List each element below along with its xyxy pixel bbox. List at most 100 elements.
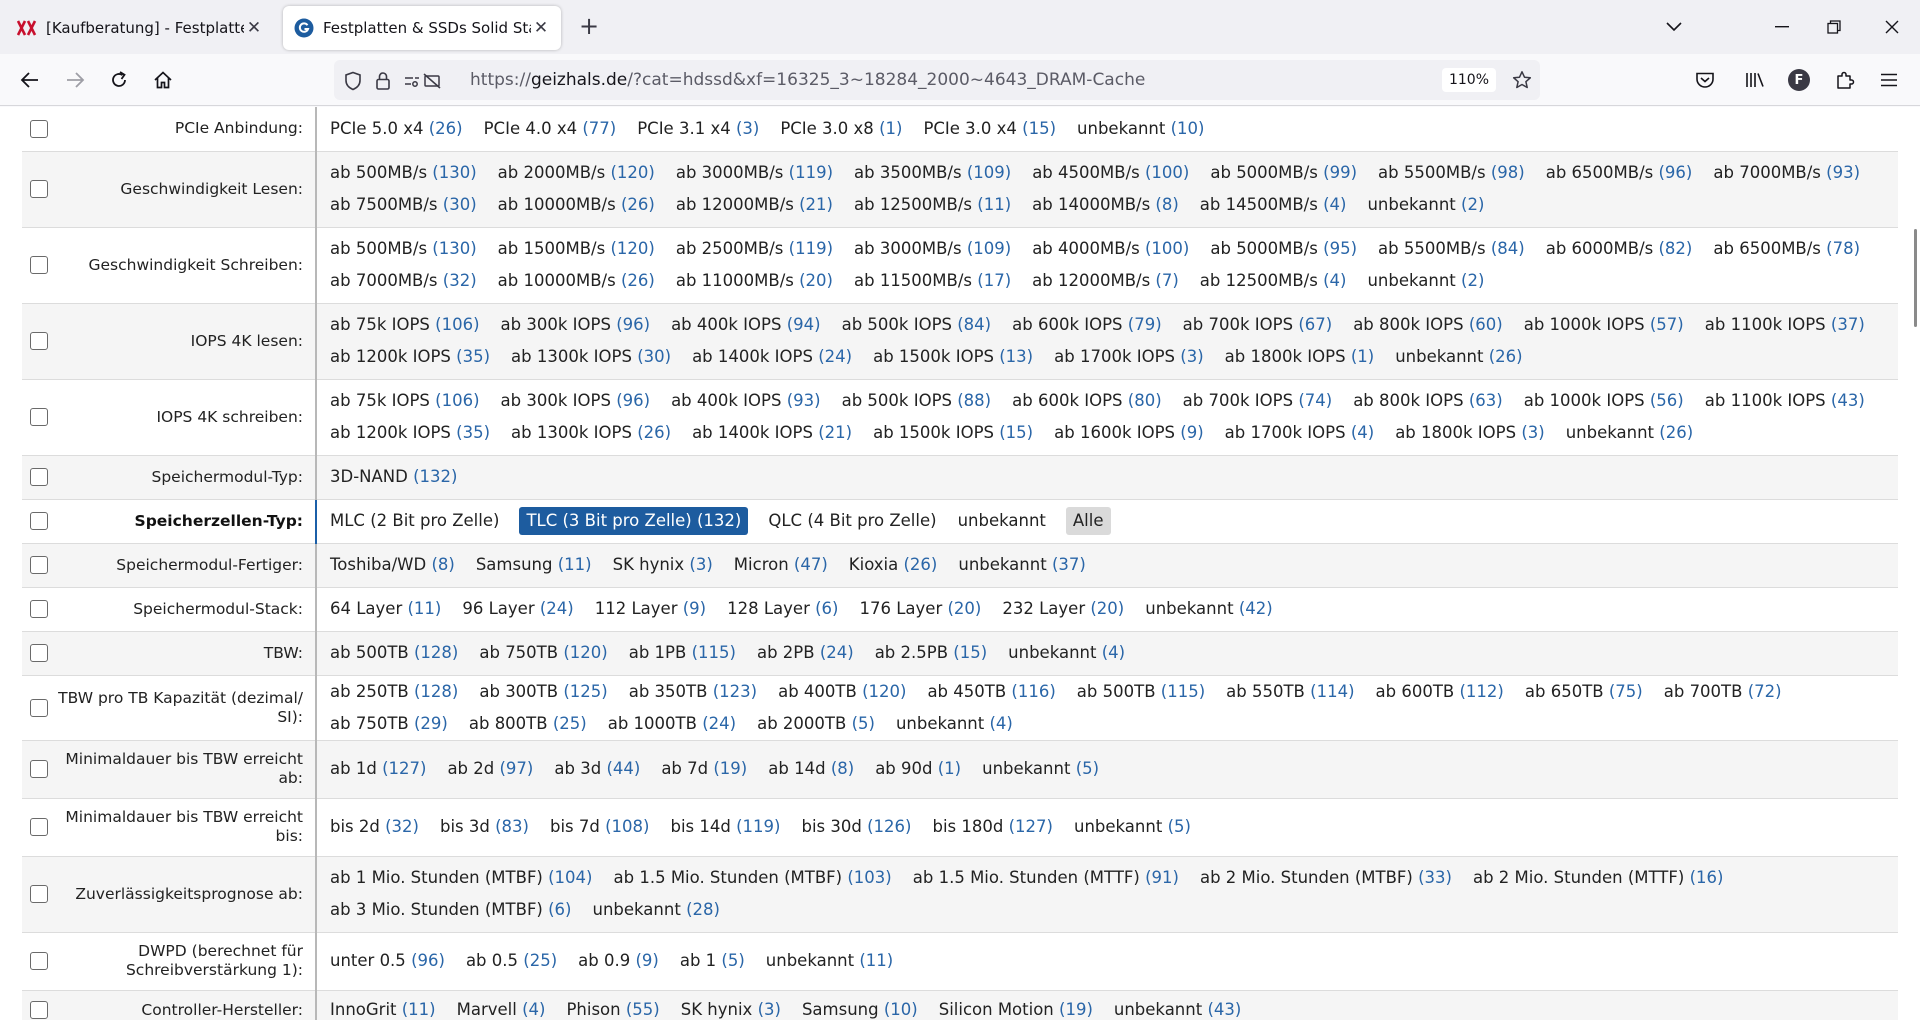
filter-option[interactable]: ab 12000MB/s (7) xyxy=(1031,265,1180,297)
filter-option[interactable]: bis 2d (32) xyxy=(329,811,420,843)
account-avatar[interactable]: F xyxy=(1782,63,1816,97)
filter-option[interactable]: ab 3500MB/s (109) xyxy=(853,157,1012,189)
filter-option[interactable]: Micron (47) xyxy=(733,549,829,581)
filter-checkbox[interactable] xyxy=(30,180,48,198)
filter-option[interactable]: PCIe 5.0 x4 (26) xyxy=(329,113,464,145)
filter-option[interactable]: ab 500k IOPS (84) xyxy=(841,309,993,341)
filter-option[interactable]: ab 700k IOPS (67) xyxy=(1182,309,1334,341)
filter-option[interactable]: SK hynix (3) xyxy=(612,549,714,581)
filter-option[interactable]: ab 1400k IOPS (24) xyxy=(691,341,853,373)
filter-checkbox[interactable] xyxy=(30,952,48,970)
filter-option[interactable]: ab 1700k IOPS (3) xyxy=(1053,341,1205,373)
filter-option[interactable]: ab 1300k IOPS (26) xyxy=(510,417,672,449)
filter-option[interactable]: unbekannt (26) xyxy=(1394,341,1523,373)
filter-option[interactable]: ab 14000MB/s (8) xyxy=(1031,189,1180,221)
filter-option[interactable]: ab 75k IOPS (106) xyxy=(329,385,481,417)
filter-option[interactable]: ab 12000MB/s (21) xyxy=(675,189,834,221)
restore-icon[interactable] xyxy=(1814,10,1854,44)
filter-option[interactable]: 96 Layer (24) xyxy=(461,593,574,625)
filter-option[interactable]: ab 7000MB/s (93) xyxy=(1712,157,1861,189)
filter-option[interactable]: ab 0.9 (9) xyxy=(577,945,660,977)
filter-option[interactable]: ab 3 Mio. Stunden (MTBF) (6) xyxy=(329,894,573,926)
forward-arrow-icon[interactable] xyxy=(58,63,92,97)
filter-option[interactable]: ab 400TB (120) xyxy=(777,676,907,708)
filter-option[interactable]: ab 500TB (128) xyxy=(329,637,459,669)
filter-option[interactable]: unbekannt (26) xyxy=(1565,417,1694,449)
filter-option[interactable]: ab 750TB (120) xyxy=(478,637,608,669)
filter-option[interactable]: ab 750TB (29) xyxy=(329,708,449,740)
filter-option[interactable]: MLC (2 Bit pro Zelle) xyxy=(329,505,500,537)
filter-option[interactable]: ab 1000k IOPS (56) xyxy=(1523,385,1685,417)
filter-option[interactable]: SK hynix (3) xyxy=(680,994,782,1020)
filter-option[interactable]: Phison (55) xyxy=(565,994,660,1020)
filter-option[interactable]: ab 5500MB/s (98) xyxy=(1377,157,1526,189)
filter-option[interactable]: ab 2d (97) xyxy=(446,753,534,785)
filter-option[interactable]: unbekannt xyxy=(957,505,1047,537)
filter-option[interactable]: 232 Layer (20) xyxy=(1001,593,1125,625)
filter-option[interactable]: Samsung (10) xyxy=(801,994,919,1020)
filter-option[interactable]: ab 400k IOPS (93) xyxy=(670,385,822,417)
filter-option[interactable]: ab 800TB (25) xyxy=(468,708,588,740)
filter-option[interactable]: Kioxia (26) xyxy=(848,549,939,581)
filter-option[interactable]: ab 1200k IOPS (35) xyxy=(329,417,491,449)
filter-option[interactable]: ab 2 Mio. Stunden (MTBF) (33) xyxy=(1199,862,1453,894)
filter-option[interactable]: ab 7d (19) xyxy=(660,753,748,785)
tracking-protection-shield-icon[interactable] xyxy=(342,70,364,92)
filter-checkbox[interactable] xyxy=(30,885,48,903)
filter-option[interactable]: ab 1.5 Mio. Stunden (MTBF) (103) xyxy=(613,862,893,894)
filter-checkbox[interactable] xyxy=(30,256,48,274)
filter-checkbox[interactable] xyxy=(30,644,48,662)
filter-option[interactable]: ab 7500MB/s (30) xyxy=(329,189,478,221)
hamburger-menu-icon[interactable] xyxy=(1872,63,1906,97)
filter-option[interactable]: QLC (4 Bit pro Zelle) xyxy=(767,505,937,537)
filter-option[interactable]: 112 Layer (9) xyxy=(594,593,707,625)
filter-checkbox[interactable] xyxy=(30,119,48,138)
filter-option[interactable]: ab 500TB (115) xyxy=(1076,676,1206,708)
tab-kaufberatung[interactable]: [Kaufberatung] - Festplatte M2 ✕ xyxy=(6,6,274,50)
filter-option[interactable]: ab 1000k IOPS (57) xyxy=(1523,309,1685,341)
filter-option[interactable]: ab 800k IOPS (60) xyxy=(1352,309,1504,341)
filter-option[interactable]: bis 3d (83) xyxy=(439,811,530,843)
filter-option[interactable]: unbekannt (11) xyxy=(765,945,894,977)
filter-option[interactable]: PCIe 3.0 x4 (15) xyxy=(922,113,1057,145)
filter-option[interactable]: unbekannt (2) xyxy=(1366,189,1485,221)
address-bar[interactable]: https://geizhals.de/?cat=hdssd&xf=16325_… xyxy=(334,60,1540,100)
filter-option[interactable]: ab 1100k IOPS (43) xyxy=(1704,385,1866,417)
close-window-icon[interactable] xyxy=(1872,10,1912,44)
filter-option[interactable]: ab 1600k IOPS (9) xyxy=(1053,417,1205,449)
filter-option[interactable]: unbekannt (2) xyxy=(1366,265,1485,297)
filter-option[interactable]: ab 11000MB/s (20) xyxy=(675,265,834,297)
filter-option[interactable]: InnoGrit (11) xyxy=(329,994,437,1020)
filter-option[interactable]: ab 6500MB/s (96) xyxy=(1545,157,1694,189)
filter-option[interactable]: ab 4000MB/s (100) xyxy=(1031,233,1190,265)
filter-option[interactable]: ab 300TB (125) xyxy=(478,676,608,708)
filter-option[interactable]: ab 10000MB/s (26) xyxy=(497,265,656,297)
filter-option[interactable]: ab 600TB (112) xyxy=(1375,676,1505,708)
filter-option[interactable]: unbekannt (37) xyxy=(957,549,1086,581)
filter-option[interactable]: ab 1PB (115) xyxy=(628,637,737,669)
filter-option[interactable]: unbekannt (5) xyxy=(981,753,1100,785)
filter-option-all[interactable]: Alle xyxy=(1065,507,1111,535)
pocket-icon[interactable] xyxy=(1688,63,1722,97)
filter-option[interactable]: ab 3000MB/s (119) xyxy=(675,157,834,189)
filter-checkbox[interactable] xyxy=(30,600,48,618)
filter-option[interactable]: PCIe 3.1 x4 (3) xyxy=(636,113,760,145)
filter-option[interactable]: ab 500MB/s (130) xyxy=(329,157,478,189)
filter-option[interactable]: ab 3000MB/s (109) xyxy=(853,233,1012,265)
filter-option[interactable]: ab 1800k IOPS (1) xyxy=(1224,341,1376,373)
filter-option[interactable]: ab 11500MB/s (17) xyxy=(853,265,1012,297)
filter-option[interactable]: ab 1 Mio. Stunden (MTBF) (104) xyxy=(329,862,594,894)
filter-checkbox[interactable] xyxy=(30,332,48,350)
filter-option[interactable]: ab 10000MB/s (26) xyxy=(497,189,656,221)
filter-option[interactable]: ab 1100k IOPS (37) xyxy=(1704,309,1866,341)
filter-option[interactable]: ab 600k IOPS (79) xyxy=(1011,309,1163,341)
filter-option[interactable]: ab 12500MB/s (4) xyxy=(1199,265,1348,297)
filter-option[interactable]: ab 5000MB/s (95) xyxy=(1209,233,1358,265)
filter-option[interactable]: ab 0.5 (25) xyxy=(465,945,558,977)
filter-option[interactable]: bis 14d (119) xyxy=(670,811,782,843)
filter-option[interactable]: ab 600k IOPS (80) xyxy=(1011,385,1163,417)
filter-option[interactable]: ab 1800k IOPS (3) xyxy=(1394,417,1546,449)
filter-option[interactable]: ab 3d (44) xyxy=(553,753,641,785)
filter-option[interactable]: ab 350TB (123) xyxy=(628,676,758,708)
filter-checkbox[interactable] xyxy=(30,1001,48,1019)
